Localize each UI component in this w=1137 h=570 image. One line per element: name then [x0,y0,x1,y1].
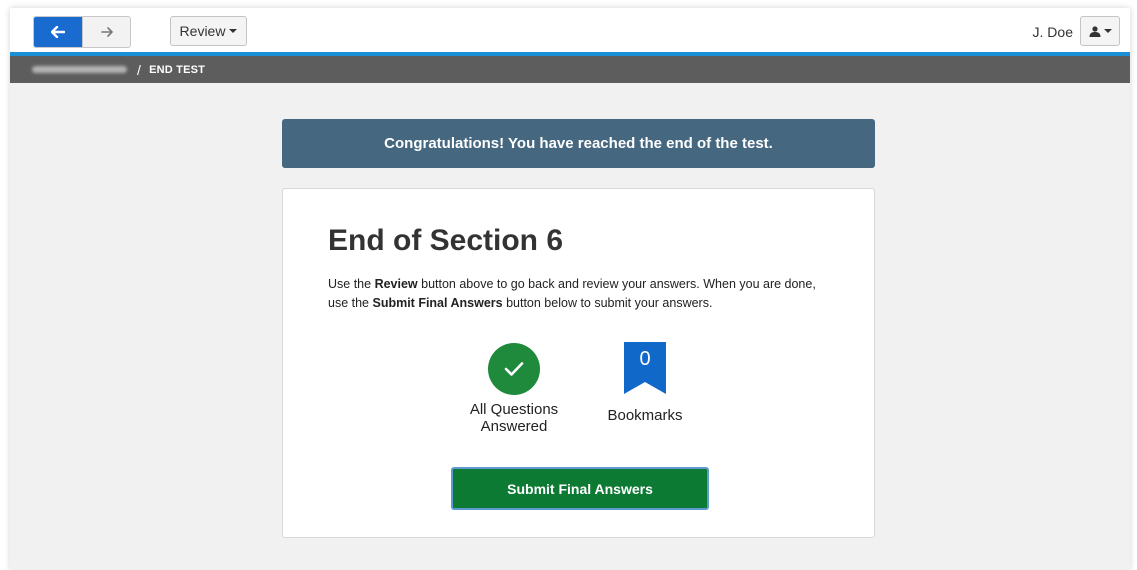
breadcrumb-current: END TEST [149,63,206,76]
breadcrumb-blurred-item [32,66,127,73]
arrow-left-icon [51,26,65,38]
page-title: End of Section 6 [328,224,564,257]
submit-final-answers-button[interactable]: Submit Final Answers [451,467,709,510]
all-answered-label: All Questions Answered [459,401,569,435]
forward-button[interactable] [82,17,130,47]
all-answered-label-line1: All Questions [469,401,559,418]
breadcrumb: / END TEST [10,56,1130,83]
submit-button-label: Submit Final Answers [507,480,653,497]
top-toolbar: Review J. Doe [10,8,1130,52]
user-name: J. Doe [1032,24,1073,40]
bookmarks-status: 0 Bookmarks [595,342,695,424]
back-button[interactable] [34,17,82,47]
review-dropdown-button[interactable]: Review [170,16,247,46]
bookmarks-label: Bookmarks [607,407,683,424]
instructions-part: Use the [328,277,375,291]
review-button-label: Review [179,23,226,39]
check-icon [488,343,540,395]
instructions-text: Use the Review button above to go back a… [328,275,838,313]
app-window: Review J. Doe / END TEST Congratulations… [10,8,1130,570]
caret-down-icon [229,29,238,33]
breadcrumb-separator: / [137,61,142,78]
user-icon [1089,25,1100,37]
instructions-part: button below to submit your answers. [502,296,713,310]
all-answered-label-line2: Answered [480,418,548,435]
caret-down-icon [1103,29,1112,33]
bookmark-icon: 0 [624,342,666,394]
arrow-right-icon [100,27,113,37]
all-answered-status: All Questions Answered [459,343,569,435]
instructions-review-term: Review [374,277,418,291]
instructions-submit-term: Submit Final Answers [372,296,503,310]
end-section-card: End of Section 6 Use the Review button a… [282,188,875,538]
nav-button-group [33,16,131,48]
banner-text: Congratulations! You have reached the en… [384,135,773,152]
bookmarks-count: 0 [639,348,651,370]
user-menu-button[interactable] [1080,16,1120,46]
congrats-banner: Congratulations! You have reached the en… [282,119,875,168]
